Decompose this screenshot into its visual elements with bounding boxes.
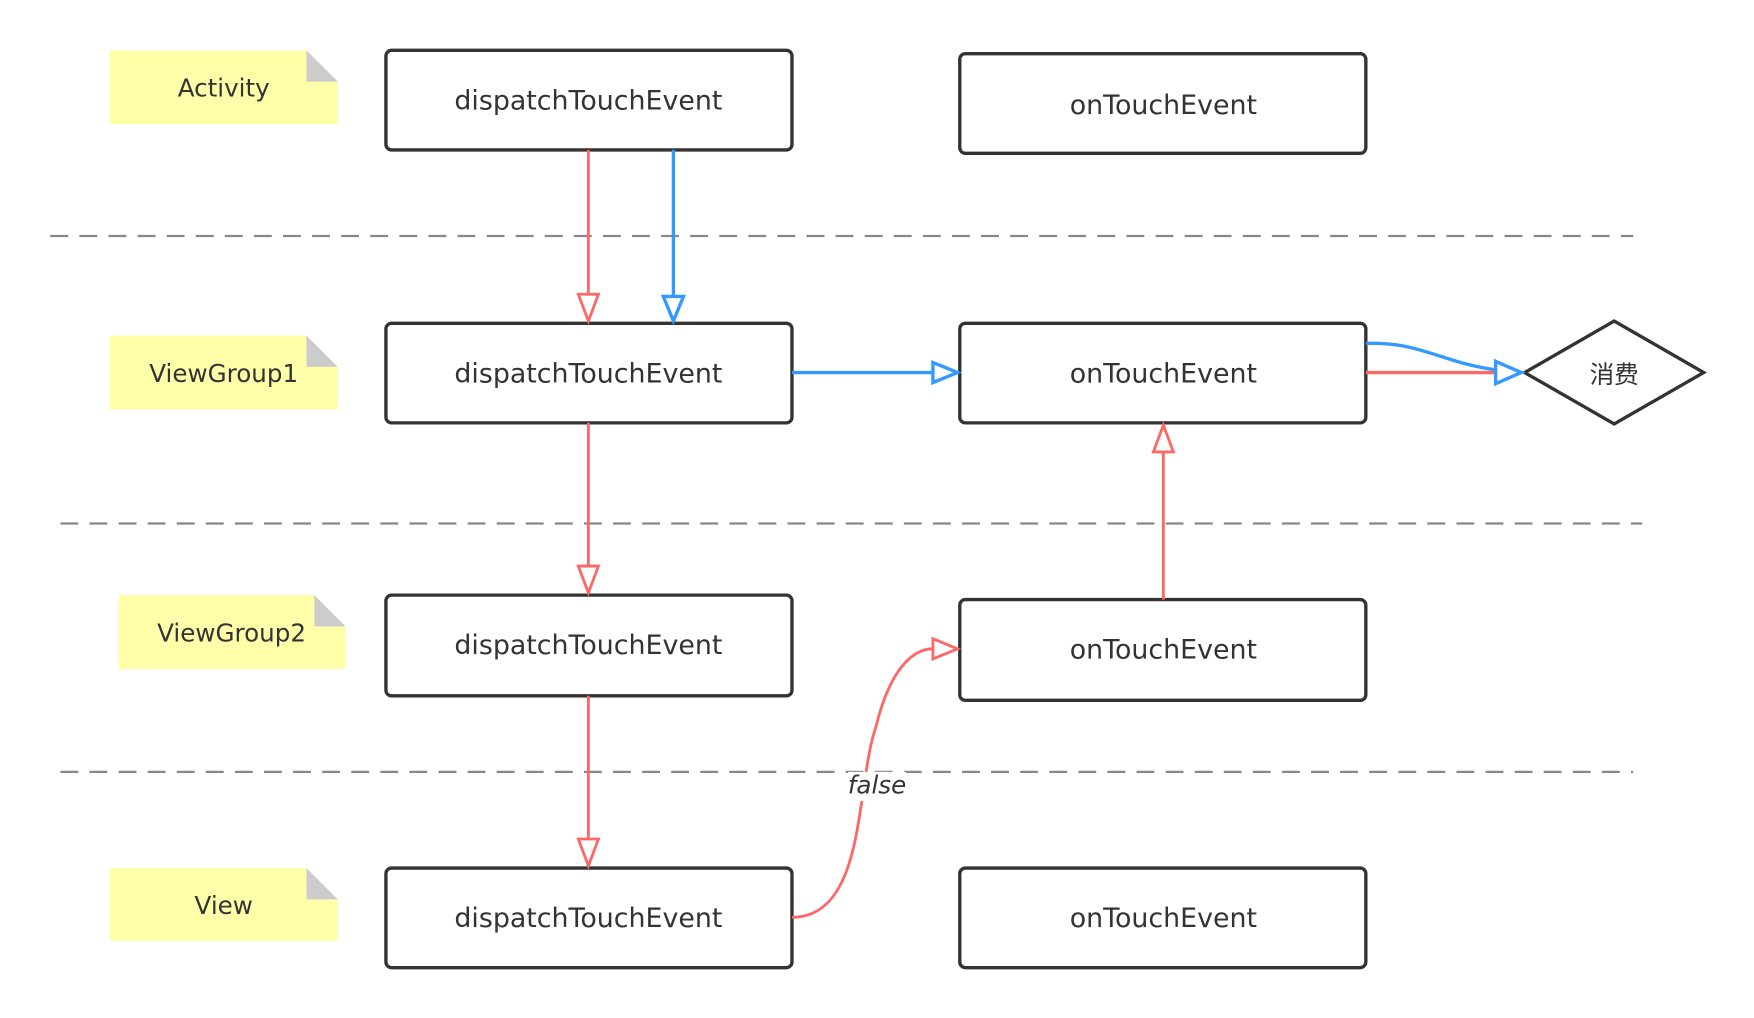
touch-event-diagram: Activity ViewGroup1 ViewGroup2 View disp… [50,48,1708,970]
view-dispatch-box: dispatchTouchEvent [384,866,794,970]
viewgroup1-dispatch-box: dispatchTouchEvent [384,321,794,425]
viewgroup2-dispatch-box: dispatchTouchEvent [384,593,794,698]
view-ontouch-box: onTouchEvent [958,866,1368,970]
arrow-ontouch-to-consume-blue [1365,341,1526,387]
note-label: View [195,891,253,920]
note-label: ViewGroup2 [157,618,306,647]
note-viewgroup1: ViewGroup1 [109,335,338,410]
box-label: onTouchEvent [1070,903,1257,934]
viewgroup1-ontouch-box: onTouchEvent [958,321,1368,425]
arrow-view-dispatch-false-to-viewgroup2-ontouch: false [791,636,962,919]
box-label: dispatchTouchEvent [454,630,722,661]
consume-label: 消费 [1590,360,1639,389]
false-label: false [848,770,907,799]
arrow-viewgroup2-to-view-red [576,695,601,870]
consume-diamond: 消费 [1521,319,1708,426]
box-label: dispatchTouchEvent [454,85,722,116]
note-activity: Activity [109,50,338,125]
box-label: onTouchEvent [1070,635,1257,666]
box-label: dispatchTouchEvent [454,903,722,934]
box-label: onTouchEvent [1070,90,1257,121]
arrow-viewgroup1-to-viewgroup2-red [576,422,601,597]
box-label: onTouchEvent [1070,358,1257,389]
activity-ontouch-box: onTouchEvent [958,52,1368,155]
box-label: dispatchTouchEvent [454,358,722,389]
arrow-viewgroup1-dispatch-to-ontouch-blue [791,359,962,386]
note-label: ViewGroup1 [149,359,298,388]
note-label: Activity [178,74,270,103]
viewgroup2-ontouch-box: onTouchEvent [958,597,1368,702]
note-viewgroup2: ViewGroup2 [118,595,346,669]
note-view: View [109,868,338,941]
arrow-viewgroup2-ontouch-to-viewgroup1-ontouch-red [1151,421,1176,600]
activity-dispatch-box: dispatchTouchEvent [384,48,794,152]
